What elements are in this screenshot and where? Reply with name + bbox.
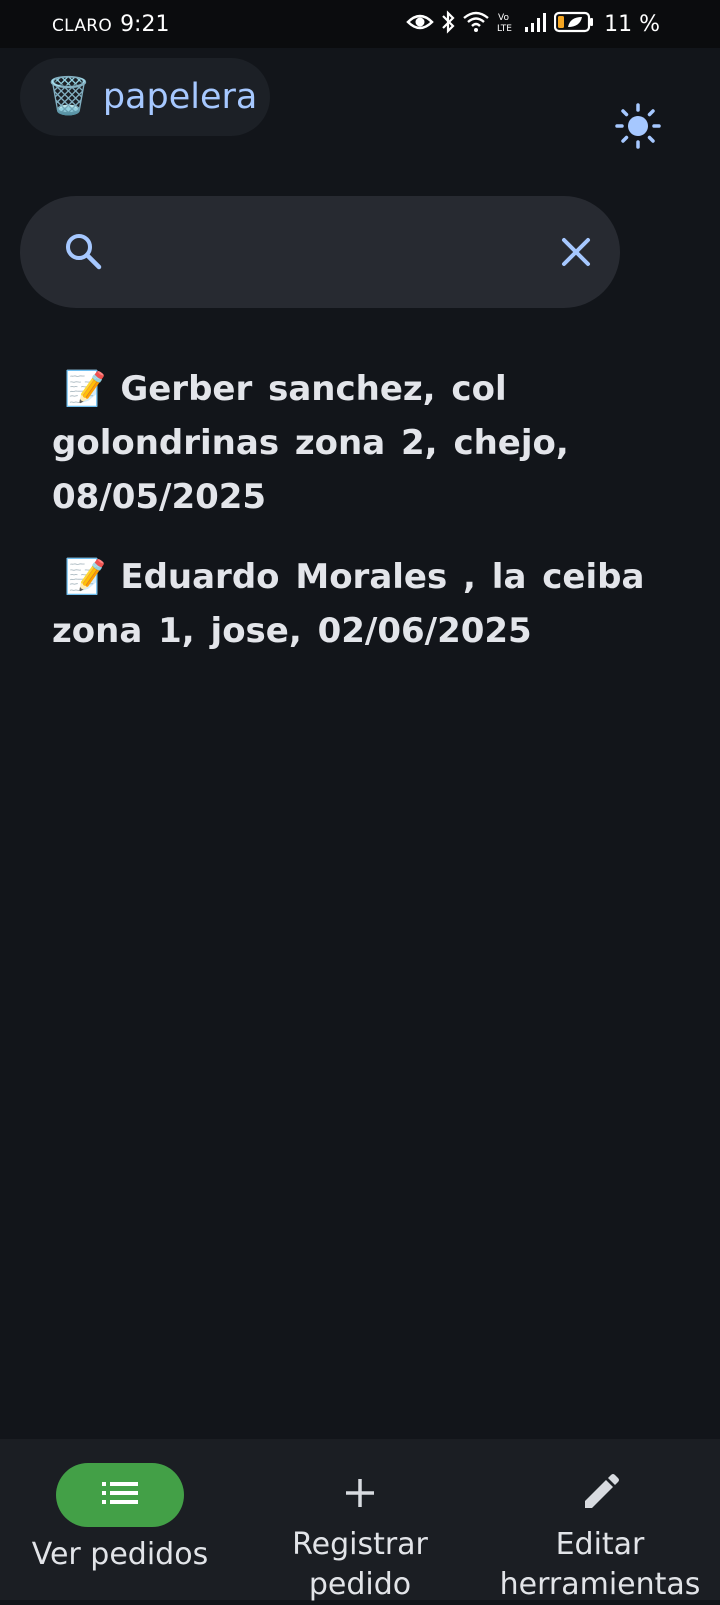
nav-item-ver-pedidos[interactable]: Ver pedidos	[0, 1439, 240, 1600]
status-bar: CLARO 9:21 Vo LTE 11 %	[0, 0, 720, 48]
close-icon[interactable]	[556, 232, 596, 276]
nav-label: Ver pedidos	[31, 1537, 209, 1572]
battery-icon	[553, 11, 594, 37]
memo-icon: 📝	[64, 557, 107, 597]
nav-label: Registrar pedido	[292, 1527, 428, 1602]
svg-text:Vo: Vo	[498, 13, 509, 23]
plus-icon	[336, 1469, 384, 1517]
eye-icon	[406, 11, 434, 37]
battery-percent: 11 %	[604, 11, 660, 37]
theme-toggle-button[interactable]	[612, 102, 664, 154]
nav-item-editar-herramientas[interactable]: Editar herramientas	[480, 1439, 720, 1602]
list-item[interactable]: 📝 Eduardo Morales , la ceiba zona 1, jose…	[52, 550, 692, 658]
nav-item-registrar-pedido[interactable]: Registrar pedido	[240, 1439, 480, 1602]
active-indicator	[56, 1463, 184, 1527]
search-input[interactable]	[130, 226, 530, 278]
list-item[interactable]: 📝 Gerber sanchez, col golondrinas zona 2,…	[52, 362, 692, 524]
memo-icon: 📝	[64, 369, 107, 409]
search-icon[interactable]	[62, 230, 104, 276]
order-text: Gerber sanchez, col golondrinas zona 2, …	[52, 369, 569, 517]
volte-icon: Vo LTE	[496, 10, 518, 38]
order-text: Eduardo Morales , la ceiba zona 1, jose,…	[52, 557, 645, 651]
bluetooth-icon	[440, 10, 456, 38]
trash-button[interactable]: 🗑️ papelera	[20, 58, 270, 136]
status-left: CLARO 9:21	[52, 12, 169, 37]
search-bar	[20, 196, 620, 308]
status-icons: Vo LTE 11 %	[406, 10, 660, 38]
clock: 9:21	[120, 12, 170, 37]
trash-label: papelera	[102, 77, 258, 117]
nav-label: Editar herramientas	[499, 1527, 701, 1602]
bottom-navigation: Ver pedidos Registrar pedido Editar herr…	[0, 1439, 720, 1602]
carrier-name: CLARO	[52, 16, 113, 36]
signal-icon	[524, 11, 548, 37]
wifi-icon	[462, 10, 490, 38]
svg-text:LTE: LTE	[497, 24, 512, 34]
sun-icon	[614, 102, 662, 154]
order-list: 📝 Gerber sanchez, col golondrinas zona 2,…	[52, 362, 692, 684]
list-icon	[100, 1479, 140, 1511]
pencil-icon	[576, 1469, 624, 1517]
trash-icon: 🗑️	[46, 76, 91, 117]
